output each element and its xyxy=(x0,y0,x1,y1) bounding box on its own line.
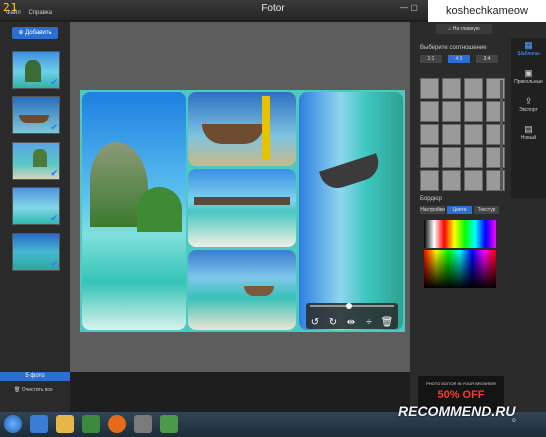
check-icon: ✔ xyxy=(50,213,58,223)
check-icon: ✔ xyxy=(50,77,58,87)
layout-templates xyxy=(420,78,505,193)
layout-template[interactable] xyxy=(442,78,461,99)
layout-template[interactable] xyxy=(464,124,483,145)
fotor-icon[interactable] xyxy=(160,415,178,433)
flip-vertical-icon[interactable]: ÷ xyxy=(360,317,378,328)
island-shape xyxy=(25,60,41,82)
ratio-3-4-button[interactable]: 3:4 xyxy=(476,55,498,63)
promo-discount: 50% OFF xyxy=(437,389,485,401)
photo-count-status: 5 фото xyxy=(0,372,70,381)
rotate-right-icon[interactable]: ↻ xyxy=(324,317,342,328)
username-watermark: koshechkameow xyxy=(428,0,546,22)
layout-template[interactable] xyxy=(420,78,439,99)
photo-thumbnail-2[interactable]: ✔ xyxy=(12,96,60,134)
ie-icon[interactable] xyxy=(30,415,48,433)
photo-thumbnail-5[interactable]: ✔ xyxy=(12,233,60,271)
menu-file[interactable]: Файл xyxy=(6,10,21,16)
boat-shape xyxy=(202,124,264,144)
media-icon[interactable] xyxy=(82,415,100,433)
collage-tile-3[interactable] xyxy=(188,169,296,247)
border-label: Бордюр xyxy=(420,196,442,202)
ribbon-shape xyxy=(262,96,270,160)
trash-icon: 🗑 xyxy=(14,387,22,393)
collage-tile-4[interactable] xyxy=(188,250,296,330)
promo-line: PHOTO EDITOR IN YOUR BROWSER xyxy=(426,381,496,386)
menu-bar: Файл Справка xyxy=(0,10,100,20)
templates-scrollbar[interactable] xyxy=(500,80,503,190)
ratio-1-1-button[interactable]: 1:1 xyxy=(420,55,442,63)
longtail-boat-shape xyxy=(319,153,383,193)
photo-thumbnail-3[interactable]: ✔ xyxy=(12,142,60,180)
start-icon[interactable] xyxy=(4,415,22,433)
collage-tile-1[interactable] xyxy=(82,92,186,330)
border-tab-textures[interactable]: Текстур xyxy=(474,206,499,214)
check-icon: ✔ xyxy=(50,122,58,132)
collage-tile-5[interactable] xyxy=(299,92,403,330)
add-photos-button[interactable]: ⊕ Добавить xyxy=(12,27,58,39)
folder-icon[interactable] xyxy=(56,415,74,433)
check-icon: ✔ xyxy=(50,168,58,178)
tab-fun[interactable]: ▣ Прикольные xyxy=(511,68,546,85)
layout-template[interactable] xyxy=(464,170,483,191)
side-tabs: ▦ Шаблоны ▣ Прикольные ⇪ Экспорт ▤ Новый xyxy=(511,38,546,198)
tab-export[interactable]: ⇪ Экспорт xyxy=(511,96,546,113)
clear-all-button[interactable]: 🗑 Очистить все xyxy=(14,387,56,397)
photo-thumbnail-4[interactable]: ✔ xyxy=(12,187,60,225)
layout-template[interactable] xyxy=(420,124,439,145)
layout-template[interactable] xyxy=(420,147,439,168)
bungalows-shape xyxy=(194,197,290,205)
grid-icon: ▦ xyxy=(524,40,533,50)
tab-new[interactable]: ▤ Новый xyxy=(511,124,546,141)
delete-icon[interactable]: 🗑 xyxy=(378,317,396,328)
canvas-footer xyxy=(70,372,410,412)
boat-shape xyxy=(19,115,49,123)
swatch-grid[interactable] xyxy=(424,220,496,248)
rotate-left-icon[interactable]: ↺ xyxy=(306,317,324,328)
zoom-slider[interactable] xyxy=(310,303,394,309)
boat-shape xyxy=(244,286,274,296)
layout-template[interactable] xyxy=(464,147,483,168)
layout-template[interactable] xyxy=(442,101,461,122)
app-icon[interactable] xyxy=(134,415,152,433)
window-controls[interactable]: — ▢ xyxy=(400,3,418,12)
layout-template[interactable] xyxy=(442,124,461,145)
menu-help[interactable]: Справка xyxy=(28,10,52,16)
border-tab-settings[interactable]: Настройки xyxy=(420,206,445,214)
layout-template[interactable] xyxy=(442,170,461,191)
collage-tile-2[interactable] xyxy=(188,92,296,166)
layout-template[interactable] xyxy=(464,101,483,122)
export-icon: ⇪ xyxy=(524,96,533,106)
border-tab-colors[interactable]: Цвета xyxy=(447,206,472,214)
collage xyxy=(80,90,405,332)
layout-template[interactable] xyxy=(420,170,439,191)
new-icon: ▤ xyxy=(524,124,533,134)
ratio-4-3-button[interactable]: 4:3 xyxy=(448,55,470,63)
jungle-shape xyxy=(137,187,182,232)
fun-icon: ▣ xyxy=(524,68,533,78)
tab-templates[interactable]: ▦ Шаблоны xyxy=(511,40,546,57)
flip-horizontal-icon[interactable]: ⇹ xyxy=(342,317,360,328)
layout-template[interactable] xyxy=(420,101,439,122)
layout-template[interactable] xyxy=(464,78,483,99)
ratio-label: Выберите соотношение xyxy=(420,45,487,51)
home-button[interactable]: ⌂ На главную xyxy=(436,24,492,34)
check-icon: ✔ xyxy=(50,259,58,269)
firefox-icon[interactable] xyxy=(108,415,126,433)
photo-thumbnail-1[interactable]: ✔ xyxy=(12,51,60,89)
photo-tools-popup: ↺ ↻ ⇹ ÷ 🗑 xyxy=(306,303,398,329)
tray-clock: ⏲ xyxy=(512,418,516,424)
color-spectrum[interactable] xyxy=(424,250,496,288)
color-palette[interactable] xyxy=(424,220,496,288)
site-watermark: RECOMMEND.RU xyxy=(398,403,516,419)
island-shape xyxy=(33,149,47,167)
layout-template[interactable] xyxy=(442,147,461,168)
zoom-slider-handle[interactable] xyxy=(346,303,352,309)
